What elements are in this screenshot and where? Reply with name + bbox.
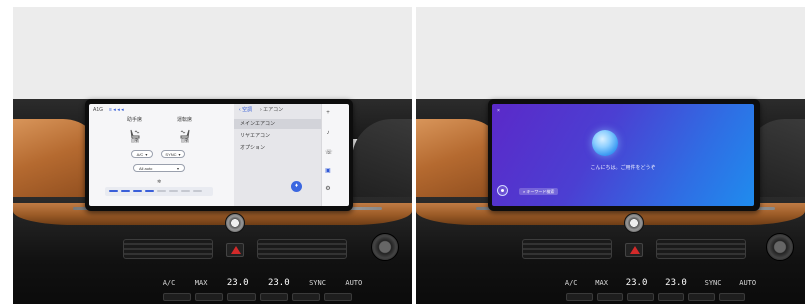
climate-control-screen: A1G ≡ ◂ ◂ ◂ 助手席 運転席 自動 自動 A/C ▾ SYNC ▾ A… bbox=[89, 104, 349, 206]
console-button[interactable] bbox=[627, 293, 654, 301]
breadcrumb-current: › エアコン bbox=[260, 107, 284, 113]
console-label-sync[interactable]: SYNC bbox=[309, 279, 326, 287]
right-temperature: 23.0 bbox=[267, 278, 290, 288]
fan-icon: ✲ bbox=[157, 179, 162, 185]
settings-icon[interactable]: ⚙ bbox=[325, 186, 331, 192]
climate-control-strip: A/C MAX 23.0 23.0 SYNC AUTO bbox=[556, 275, 765, 291]
assistant-fab[interactable]: ♦ bbox=[291, 181, 302, 192]
close-icon[interactable]: × bbox=[497, 108, 500, 114]
mode-chevron-icon: ▾ bbox=[176, 165, 179, 171]
seat-driver-label: 助手席 bbox=[127, 117, 143, 123]
fan-level-segment bbox=[121, 190, 130, 192]
fan-level-segment bbox=[109, 190, 118, 192]
hazard-button[interactable] bbox=[625, 243, 643, 257]
mode-select-value: All auto bbox=[139, 165, 153, 171]
console-button[interactable] bbox=[227, 293, 256, 301]
drive-mode-dial[interactable] bbox=[371, 233, 399, 261]
console-button[interactable] bbox=[688, 293, 715, 301]
sync-button-label: SYNC bbox=[165, 151, 177, 157]
air-vent-right bbox=[257, 239, 347, 259]
console-button[interactable] bbox=[195, 293, 224, 301]
assistant-orb-icon bbox=[592, 130, 618, 156]
driver-seat-icon[interactable] bbox=[129, 126, 141, 139]
console-button-row bbox=[566, 293, 745, 301]
climate-control-strip: A/C MAX 23.0 23.0 SYNC AUTO bbox=[153, 275, 372, 291]
left-temperature: 23.0 bbox=[226, 278, 249, 288]
climate-menu: ‹ 空調 › エアコン メインエアコン リヤエアコン オプション ♦ bbox=[234, 104, 321, 206]
console-label-auto[interactable]: AUTO bbox=[345, 279, 362, 287]
passenger-seat-status: 自動 bbox=[181, 138, 189, 143]
fan-level-segment bbox=[193, 190, 202, 192]
infotainment-screen: × こんにちは。ご用件をどうぞ ⌕ キーワード検索 bbox=[488, 99, 760, 211]
fan-level-segment bbox=[145, 190, 154, 192]
console-button-row bbox=[163, 293, 353, 301]
sync-button[interactable]: SYNC ▾ bbox=[161, 150, 185, 158]
console-button[interactable] bbox=[657, 293, 684, 301]
fan-level-segment bbox=[157, 190, 166, 192]
console-button[interactable] bbox=[596, 293, 623, 301]
console-button[interactable] bbox=[566, 293, 593, 301]
console-label-ac[interactable]: A/C bbox=[163, 279, 176, 287]
menu-item-options[interactable]: オプション bbox=[234, 143, 321, 153]
menu-item-main-ac[interactable]: メインエアコン bbox=[234, 119, 321, 129]
console-button[interactable] bbox=[163, 293, 192, 301]
infotainment-screen: A1G ≡ ◂ ◂ ◂ 助手席 運転席 自動 自動 A/C ▾ SYNC ▾ A… bbox=[85, 99, 353, 211]
right-photo-panel: × こんにちは。ご用件をどうぞ ⌕ キーワード検索 A/C MAX 23.0 2… bbox=[416, 7, 805, 304]
plus-icon[interactable]: + bbox=[325, 110, 331, 116]
breadcrumb-current-label: エアコン bbox=[263, 107, 284, 113]
console-button[interactable] bbox=[259, 293, 288, 301]
fan-level-segment bbox=[169, 190, 178, 192]
ac-chevron-icon: ▾ bbox=[145, 151, 148, 157]
drive-mode-dial[interactable] bbox=[766, 233, 794, 261]
fan-level-indicator[interactable] bbox=[109, 190, 202, 192]
console-button[interactable] bbox=[718, 293, 745, 301]
fan-level-segment bbox=[181, 190, 190, 192]
driver-seat-status: 自動 bbox=[131, 138, 139, 143]
car-icon[interactable]: ▣ bbox=[325, 168, 331, 174]
right-temperature: 23.0 bbox=[665, 278, 687, 288]
menu-item-rear-ac[interactable]: リヤエアコン bbox=[234, 131, 321, 141]
hazard-button[interactable] bbox=[226, 243, 244, 257]
passenger-seat-icon[interactable] bbox=[179, 126, 191, 139]
console-button[interactable] bbox=[323, 293, 353, 301]
climate-main-area: A1G ≡ ◂ ◂ ◂ 助手席 運転席 自動 自動 A/C ▾ SYNC ▾ A… bbox=[89, 104, 234, 206]
ac-button-label: A/C bbox=[136, 151, 144, 157]
header-icons: ≡ ◂ ◂ ◂ bbox=[109, 107, 124, 113]
voice-assistant-screen: × こんにちは。ご用件をどうぞ ⌕ キーワード検索 bbox=[492, 104, 754, 206]
breadcrumb-back[interactable]: ‹ 空調 bbox=[239, 107, 252, 113]
left-photo-panel: A1G ≡ ◂ ◂ ◂ 助手席 運転席 自動 自動 A/C ▾ SYNC ▾ A… bbox=[13, 7, 412, 304]
volume-knob[interactable] bbox=[225, 213, 245, 233]
header-code: A1G bbox=[93, 107, 104, 113]
sync-chevron-icon: ▾ bbox=[178, 151, 181, 157]
fan-level-segment bbox=[133, 190, 142, 192]
air-vent-left bbox=[522, 239, 612, 259]
console-label-max[interactable]: MAX bbox=[195, 279, 208, 287]
volume-knob[interactable] bbox=[624, 213, 644, 233]
assistant-greeting: こんにちは。ご用件をどうぞ bbox=[590, 165, 656, 171]
console-label-max[interactable]: MAX bbox=[595, 279, 608, 287]
seat-passenger-label: 運転席 bbox=[177, 117, 193, 123]
console-label-ac[interactable]: A/C bbox=[565, 279, 578, 287]
console-label-auto[interactable]: AUTO bbox=[739, 279, 756, 287]
music-icon[interactable]: ♪ bbox=[325, 130, 331, 136]
left-temperature: 23.0 bbox=[625, 278, 648, 288]
keyword-search-label: キーワード検索 bbox=[526, 189, 555, 194]
ac-button[interactable]: A/C ▾ bbox=[131, 150, 153, 158]
phone-icon[interactable]: ☏ bbox=[325, 150, 333, 156]
console-label-sync[interactable]: SYNC bbox=[705, 279, 722, 287]
side-rail: + ♪ ☏ ▣ ⚙ bbox=[321, 104, 333, 206]
air-vent-left bbox=[123, 239, 213, 259]
keyword-search-chip[interactable]: ⌕ キーワード検索 bbox=[519, 188, 559, 195]
mode-select[interactable]: All auto ▾ bbox=[133, 164, 185, 172]
microphone-icon[interactable] bbox=[497, 185, 508, 196]
console-button[interactable] bbox=[291, 293, 320, 301]
breadcrumb-back-label: 空調 bbox=[242, 107, 253, 113]
air-vent-right bbox=[656, 239, 746, 259]
